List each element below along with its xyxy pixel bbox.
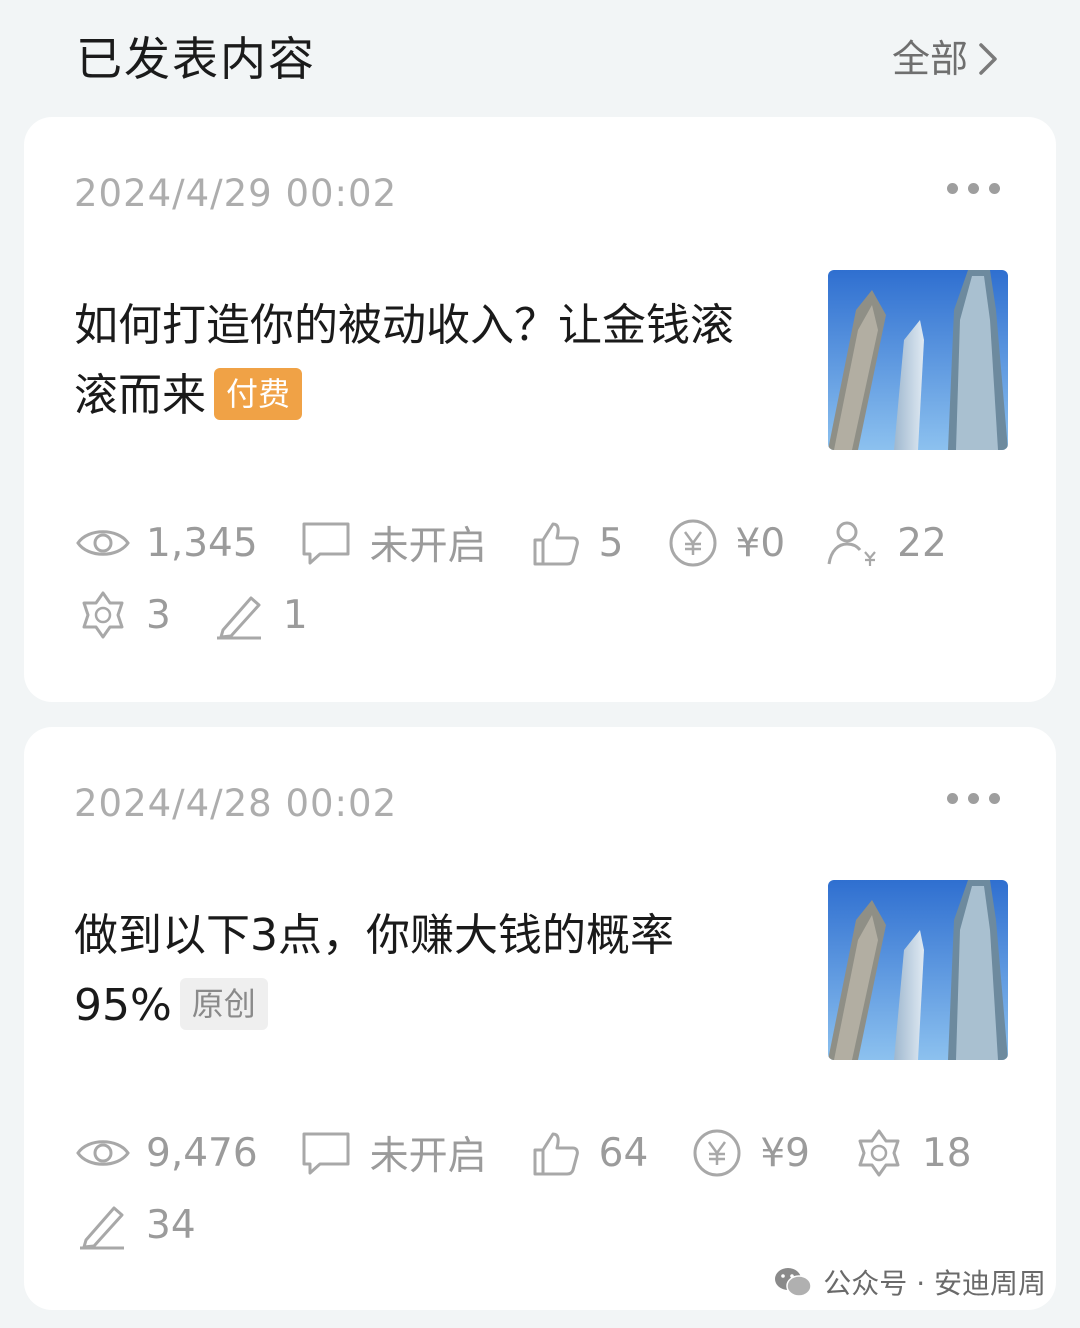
comments-stat[interactable]: 未开启 — [298, 1125, 487, 1181]
chevron-right-icon — [979, 43, 997, 75]
post-title[interactable]: 如何打造你的被动收入？让金钱滚滚而来 付费 — [74, 291, 764, 431]
view-all-button[interactable]: 全部 — [892, 32, 1002, 86]
post-timestamp: 2024/4/28 00:02 — [74, 782, 398, 825]
eye-icon — [76, 530, 130, 556]
views-count: 9,476 — [146, 1130, 258, 1176]
shares-count: 3 — [146, 592, 171, 638]
views-count: 1,345 — [146, 520, 258, 566]
comment-icon — [302, 522, 350, 565]
views-stat: 1,345 — [74, 518, 258, 568]
skyscraper-photo-icon — [828, 270, 1008, 450]
appreciation-stat: ¥0 — [664, 518, 786, 568]
thumbs-up-icon — [533, 1132, 579, 1176]
post-card[interactable]: 2024/4/28 00:02 做到以下3点，你赚大钱的概率95% 原创 9,4… — [24, 727, 1056, 1310]
notes-count: 34 — [146, 1202, 196, 1248]
post-stats: 9,476 未开启 64 ¥9 18 34 — [74, 1117, 1014, 1261]
more-dot-icon — [968, 183, 979, 194]
notes-count: 1 — [282, 592, 308, 638]
more-options-button[interactable] — [947, 183, 1000, 194]
likes-count: 5 — [598, 520, 624, 566]
shares-stat: 3 — [74, 590, 171, 640]
shares-stat: 18 — [850, 1128, 972, 1178]
more-dot-icon — [989, 183, 1000, 194]
more-options-button[interactable] — [947, 793, 1000, 804]
appreciation-stat: ¥9 — [688, 1128, 810, 1178]
skyscraper-photo-icon — [828, 880, 1008, 1060]
yen-coin-icon — [669, 519, 716, 567]
more-dot-icon — [947, 183, 958, 194]
thumbs-up-icon — [533, 522, 579, 566]
post-timestamp: 2024/4/29 00:02 — [74, 172, 398, 215]
header: 已发表内容 全部 — [0, 0, 1080, 116]
pen-icon — [216, 596, 261, 640]
hexagram-share-icon — [82, 591, 124, 639]
notes-stat: 1 — [211, 590, 308, 640]
more-dot-icon — [947, 793, 958, 804]
appreciation-amount: ¥9 — [760, 1130, 810, 1176]
post-thumbnail[interactable] — [828, 880, 1008, 1060]
paid-users-stat: 22 — [825, 518, 947, 568]
shares-count: 18 — [921, 1130, 972, 1176]
hexagram-share-icon — [858, 1129, 900, 1177]
likes-stat: 5 — [527, 518, 624, 568]
appreciation-amount: ¥0 — [735, 520, 786, 566]
original-tag: 原创 — [179, 978, 268, 1030]
notes-stat: 34 — [74, 1200, 196, 1250]
view-all-label: 全部 — [891, 37, 968, 81]
page-title: 已发表内容 — [76, 32, 316, 86]
paid-users-count: 22 — [897, 520, 947, 566]
pen-icon — [80, 1206, 124, 1250]
comment-icon — [302, 1132, 350, 1175]
comments-status: 未开启 — [369, 524, 487, 569]
more-dot-icon — [968, 793, 979, 804]
watermark-text: 公众号 · 安迪周周 — [823, 1267, 1046, 1300]
comments-stat[interactable]: 未开启 — [298, 515, 487, 571]
post-card[interactable]: 2024/4/29 00:02 如何打造你的被动收入？让金钱滚滚而来 付费 1,… — [24, 117, 1056, 702]
paid-tag: 付费 — [214, 368, 303, 420]
watermark: 公众号 · 安迪周周 — [773, 1262, 1046, 1302]
eye-icon — [76, 1140, 130, 1166]
views-stat: 9,476 — [74, 1128, 258, 1178]
post-title[interactable]: 做到以下3点，你赚大钱的概率95% 原创 — [74, 901, 764, 1041]
post-title-text: 如何打造你的被动收入？让金钱滚滚而来 — [74, 300, 734, 421]
wechat-icon — [775, 1268, 813, 1297]
likes-stat: 64 — [527, 1128, 649, 1178]
comments-status: 未开启 — [369, 1134, 487, 1179]
post-stats: 1,345 未开启 5 ¥0 22 3 1 — [74, 507, 1014, 651]
post-title-text: 做到以下3点，你赚大钱的概率95% — [74, 910, 674, 1031]
more-dot-icon — [989, 793, 1000, 804]
paid-user-icon — [827, 521, 876, 566]
published-content-page: 已发表内容 全部 2024/4/29 00:02 如何打造你的被动收入？让金钱滚… — [0, 0, 1080, 1328]
yen-coin-icon — [693, 1129, 741, 1177]
likes-count: 64 — [598, 1130, 649, 1176]
post-thumbnail[interactable] — [828, 270, 1008, 450]
